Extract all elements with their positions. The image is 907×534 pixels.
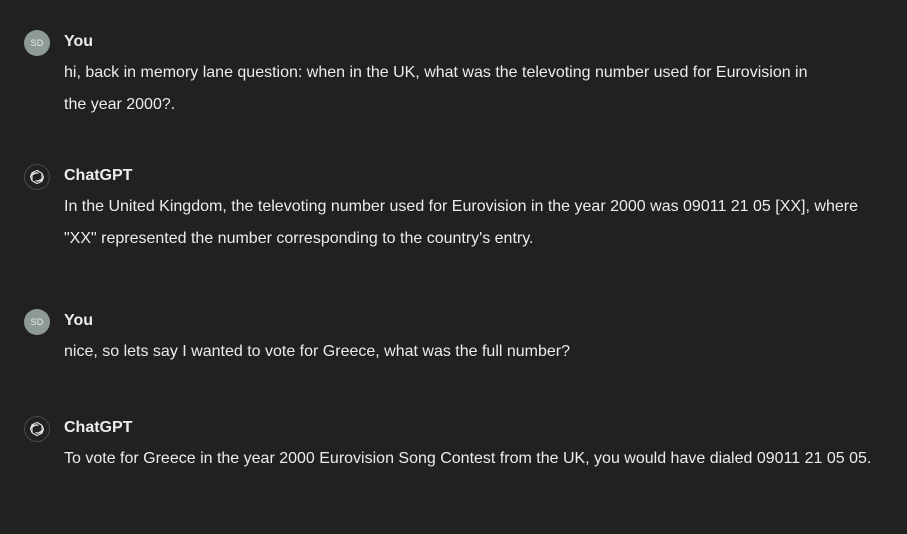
user-avatar: SD	[24, 30, 50, 56]
message-text: In the United Kingdom, the televoting nu…	[64, 198, 858, 247]
message-text: nice, so lets say I wanted to vote for G…	[64, 343, 571, 360]
user-avatar: SD	[24, 309, 50, 335]
openai-logo-icon	[29, 169, 45, 185]
user-message: SD You hi, back in memory lane question:…	[24, 30, 887, 113]
message-text: To vote for Greece in the year 2000 Euro…	[64, 450, 872, 467]
assistant-message: ChatGPT In the United Kingdom, the telev…	[24, 164, 887, 254]
message-author: You	[64, 312, 94, 329]
message-author: ChatGPT	[64, 419, 133, 436]
message-author: ChatGPT	[64, 167, 133, 184]
avatar-initials: SD	[30, 317, 44, 327]
assistant-avatar	[24, 416, 50, 442]
assistant-message: ChatGPT To vote for Greece in the year 2…	[24, 416, 887, 516]
avatar-initials: SD	[30, 38, 44, 48]
openai-logo-icon	[29, 421, 45, 437]
conversation-thread: SD You hi, back in memory lane question:…	[0, 0, 907, 534]
assistant-avatar	[24, 164, 50, 190]
user-message: SD You nice, so lets say I wanted to vot…	[24, 309, 887, 369]
message-text: hi, back in memory lane question: when i…	[64, 64, 808, 113]
message-author: You	[64, 33, 94, 50]
